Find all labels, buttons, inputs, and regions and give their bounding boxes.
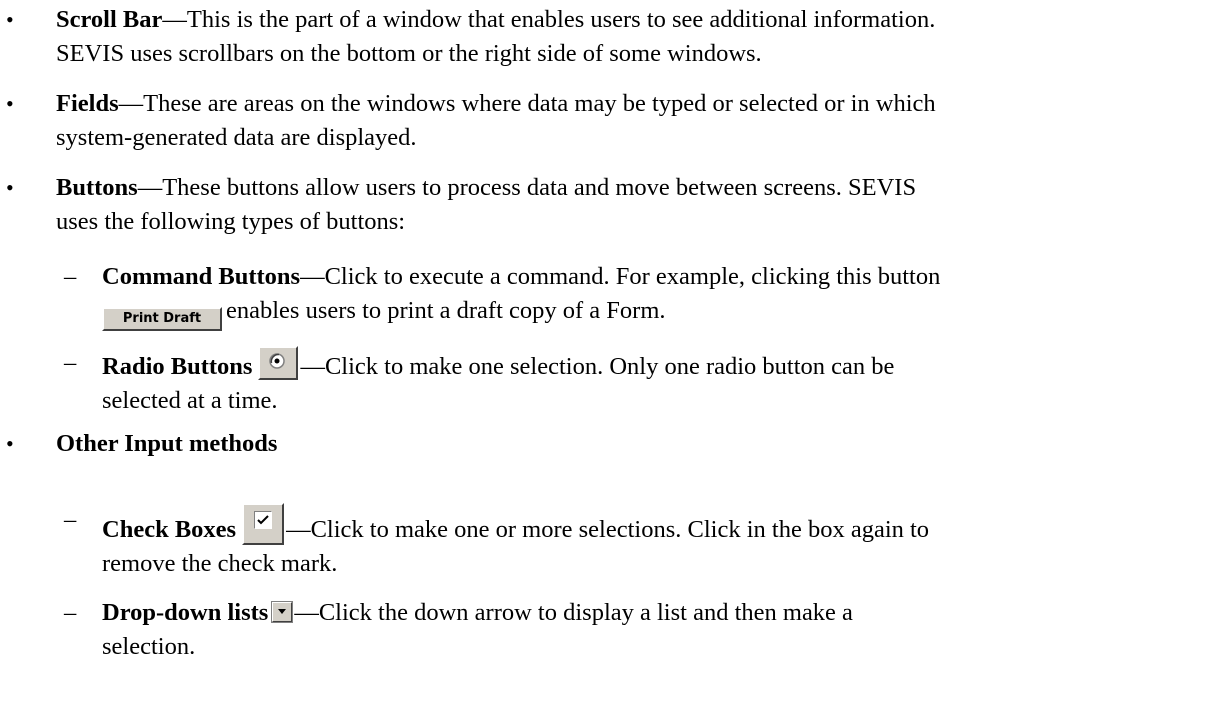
- scroll-bar-description-line1: —This is the part of a window that enabl…: [162, 6, 936, 33]
- check-boxes-description-line2: remove the check mark.: [102, 550, 338, 577]
- term-command-buttons: Command Buttons: [102, 263, 301, 290]
- term-buttons: Buttons: [56, 174, 138, 201]
- term-other-input-methods: Other Input methods: [56, 430, 278, 457]
- radio-button-selected-icon[interactable]: [258, 346, 299, 380]
- radio-buttons-description-line2: selected at a time.: [102, 387, 278, 414]
- document-page: • Scroll Bar—This is the part of a windo…: [0, 0, 1217, 719]
- fields-description-line1: —These are areas on the windows where da…: [118, 90, 936, 117]
- command-buttons-description-line2: enables users to print a draft copy of a…: [226, 297, 666, 324]
- term-dropdown-lists: Drop-down lists: [102, 599, 269, 626]
- term-check-boxes: Check Boxes: [102, 516, 237, 543]
- check-boxes-description-line1: —Click to make one or more selections. C…: [286, 516, 930, 543]
- dash-marker: –: [64, 263, 77, 290]
- buttons-description-line2: uses the following types of buttons:: [56, 208, 406, 235]
- term-scroll-bar: Scroll Bar: [56, 6, 163, 33]
- checkbox-checked-icon[interactable]: [242, 503, 285, 545]
- dash-marker: –: [64, 506, 77, 533]
- term-radio-buttons: Radio Buttons: [102, 353, 253, 380]
- buttons-description-line1: —These buttons allow users to process da…: [137, 174, 917, 201]
- bullet: •: [6, 7, 14, 32]
- dash-marker: –: [64, 599, 77, 626]
- fields-description-line2: system-generated data are displayed.: [56, 124, 417, 151]
- radio-buttons-description-line1: —Click to make one selection. Only one r…: [300, 353, 895, 380]
- command-buttons-description-line1: —Click to execute a command. For example…: [300, 263, 941, 290]
- dropdown-lists-description-line2: selection.: [102, 633, 196, 660]
- bullet: •: [6, 431, 14, 456]
- bullet: •: [6, 91, 14, 116]
- dropdown-arrow-icon[interactable]: [271, 601, 294, 623]
- term-fields: Fields: [56, 90, 119, 117]
- scroll-bar-description-line2: SEVIS uses scrollbars on the bottom or t…: [56, 40, 762, 67]
- bullet: •: [6, 175, 14, 200]
- print-draft-button[interactable]: Print Draft: [102, 307, 222, 331]
- dash-marker: –: [64, 349, 77, 376]
- dropdown-lists-description-line1: —Click the down arrow to display a list …: [294, 599, 853, 626]
